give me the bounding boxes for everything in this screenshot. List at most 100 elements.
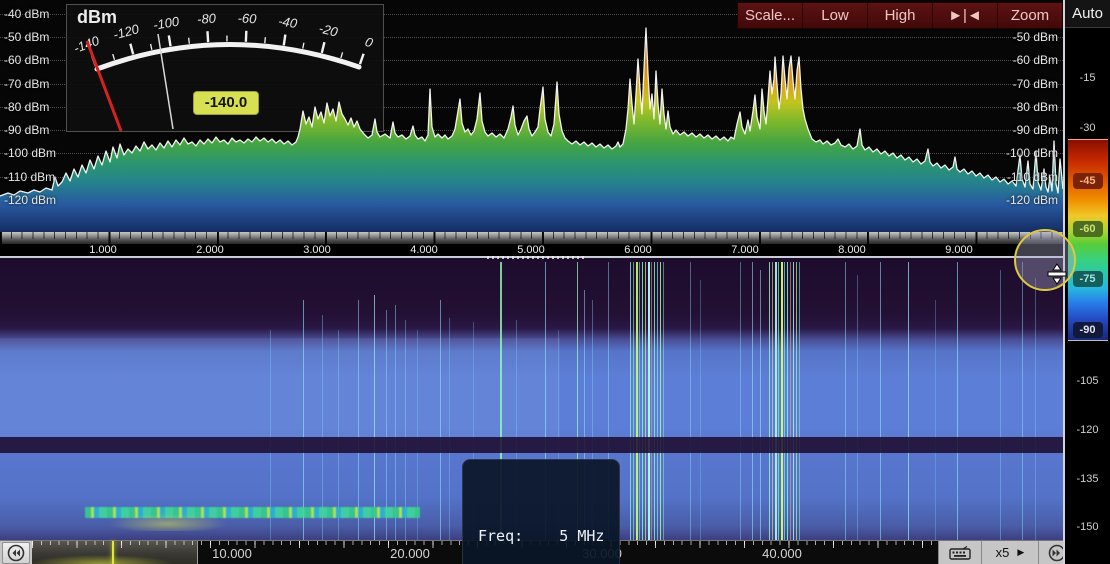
right-axis-label: -100 dBm	[0, 146, 1058, 160]
colorbar-label: -135	[1065, 473, 1110, 485]
waterfall-signal-line	[440, 300, 441, 540]
waterfall-signal-line	[660, 262, 661, 540]
waterfall-signal-line	[1035, 278, 1036, 540]
waterfall-signal-line	[648, 262, 650, 540]
scrollbar-freq-label: 10.000	[212, 546, 252, 561]
freq-tick-label: 1.000	[89, 244, 117, 256]
waterfall-signal-line	[793, 262, 794, 540]
frequency-ruler[interactable]: 1.000 2.000 3.000 4.000 5.000 6.000 7.000 8.000…	[0, 232, 1063, 256]
waterfall-signal-line	[1000, 270, 1001, 540]
waterfall-signal-line	[642, 262, 643, 540]
waterfall-signal-line	[760, 270, 761, 540]
waterfall-signal-line	[654, 262, 655, 540]
waterfall-dark-band	[0, 437, 1063, 453]
waterfall-signal-line	[449, 318, 450, 540]
waterfall-signal-line	[781, 262, 783, 540]
freq-tick-label: 7.000	[731, 244, 759, 256]
zoom-step-label: x5	[996, 545, 1010, 560]
freq-tick-label: 9.000	[945, 244, 973, 256]
waterfall-signal-line	[374, 295, 375, 540]
scrollbar-freq-label: 20.000	[390, 546, 430, 561]
right-axis-label: -50 dBm	[0, 30, 1058, 44]
colorbar-label: -150	[1065, 521, 1110, 533]
toolbar-button-[interactable]: ►|◄	[932, 3, 997, 28]
keyboard-icon	[949, 546, 971, 560]
right-axis-label: -120 dBm	[0, 193, 1058, 207]
tuned-bandwidth-marker[interactable]	[487, 256, 587, 259]
zoom-step-button[interactable]: x5 ▶	[981, 541, 1038, 564]
step-arrow-icon: ▶	[1017, 547, 1024, 558]
colorbar-label: -30	[1065, 122, 1110, 134]
freq-tick-label: 8.000	[838, 244, 866, 256]
waterfall-signal-line	[700, 280, 701, 540]
bandplan-glow	[32, 550, 198, 564]
waterfall-signal-line	[386, 310, 387, 540]
waterfall-signal-line	[796, 262, 797, 540]
colorbar-chip-label: -90	[1073, 322, 1103, 338]
waterfall-signal-line	[772, 262, 773, 540]
waterfall-signal-line	[778, 262, 779, 540]
waterfall-signal-line	[769, 262, 770, 540]
freq-tick-label: 6.000	[624, 244, 652, 256]
waterfall-signal-line	[663, 262, 664, 540]
ruler-major-ticks	[0, 232, 1063, 244]
spectrum-toolbar: Scale...LowHigh►|◄Zoom	[737, 2, 1063, 29]
waterfall-signal-line	[630, 262, 631, 540]
freq-tick-label: 3.000	[303, 244, 331, 256]
colorbar-chip-label: -60	[1073, 221, 1103, 237]
scrollbar-freq-label: 40.000	[762, 546, 802, 561]
waterfall-signal-line	[395, 305, 396, 540]
waterfall-signal-line	[657, 262, 658, 540]
freq-span-tooltip: Freq: 5 MHz Span: ±4.9 MHz	[462, 459, 620, 564]
waterfall-signal-line	[790, 262, 791, 540]
colorbar-label: -15	[1065, 72, 1110, 84]
colorbar-chip-label: -75	[1073, 271, 1103, 287]
waterfall-signal-line	[303, 300, 304, 540]
jump-left-button[interactable]	[2, 542, 30, 564]
waterfall-signal-line	[775, 262, 777, 540]
waterfall-signal-line	[645, 262, 646, 540]
ruler-labels: 1.000 2.000 3.000 4.000 5.000 6.000 7.000 8.000…	[0, 244, 1063, 256]
waterfall-signal-line	[908, 262, 909, 540]
jump-left-icon	[7, 544, 25, 562]
toolbar-button-scale[interactable]: Scale...	[738, 3, 802, 28]
waterfall-signal-line	[880, 262, 881, 540]
waterfall-signal-line	[799, 262, 800, 540]
waterfall-yellow-glow	[105, 513, 245, 531]
waterfall-signal-line	[752, 262, 753, 540]
colorbar-label: -105	[1065, 375, 1110, 387]
toolbar-button-low[interactable]: Low	[802, 3, 867, 28]
waterfall-signal-line	[784, 262, 785, 540]
right-axis-label: -60 dBm	[0, 53, 1058, 67]
waterfall-signal-line	[845, 262, 846, 540]
freq-tick-label: 2.000	[196, 244, 224, 256]
fft-spectrum-panel[interactable]: -140-120-100-80-60-40-200 dBm -140.0 -40…	[0, 0, 1063, 232]
sdr-application: -140-120-100-80-60-40-200 dBm -140.0 -40…	[0, 0, 1110, 564]
freq-tick-label: 4.000	[410, 244, 438, 256]
auto-range-button[interactable]: Auto	[1065, 0, 1110, 28]
toolbar-button-high[interactable]: High	[867, 3, 932, 28]
right-axis-label: -70 dBm	[0, 77, 1058, 91]
right-axis-label: -80 dBm	[0, 100, 1058, 114]
intensity-gradient-bar[interactable]	[1068, 139, 1108, 341]
tooltip-freq-line: Freq: 5 MHz	[478, 523, 604, 550]
waterfall-signal-line	[690, 262, 691, 540]
waterfall-signal-line	[1022, 262, 1023, 540]
waterfall-signal-line	[935, 300, 936, 540]
tuned-frequency-marker	[112, 541, 114, 564]
waterfall-signal-line	[857, 275, 858, 540]
toolbar-button-zoom[interactable]: Zoom	[997, 3, 1062, 28]
colorbar-chip-label: -45	[1073, 173, 1103, 189]
waterfall-signal-line	[639, 262, 640, 540]
right-axis-label: -90 dBm	[0, 123, 1058, 137]
waterfall-signal-line	[651, 262, 652, 540]
keyboard-entry-button[interactable]	[938, 541, 981, 564]
waterfall-signal-line	[636, 262, 638, 540]
waterfall-signal-line	[740, 262, 741, 540]
waterfall-signal-line	[957, 262, 958, 540]
waterfall-signal-line	[787, 262, 788, 540]
right-axis-label: -110 dBm	[0, 170, 1058, 184]
colorbar-label: -120	[1065, 424, 1110, 436]
waterfall-signal-line	[633, 262, 634, 540]
freq-tick-label: 5.000	[517, 244, 545, 256]
